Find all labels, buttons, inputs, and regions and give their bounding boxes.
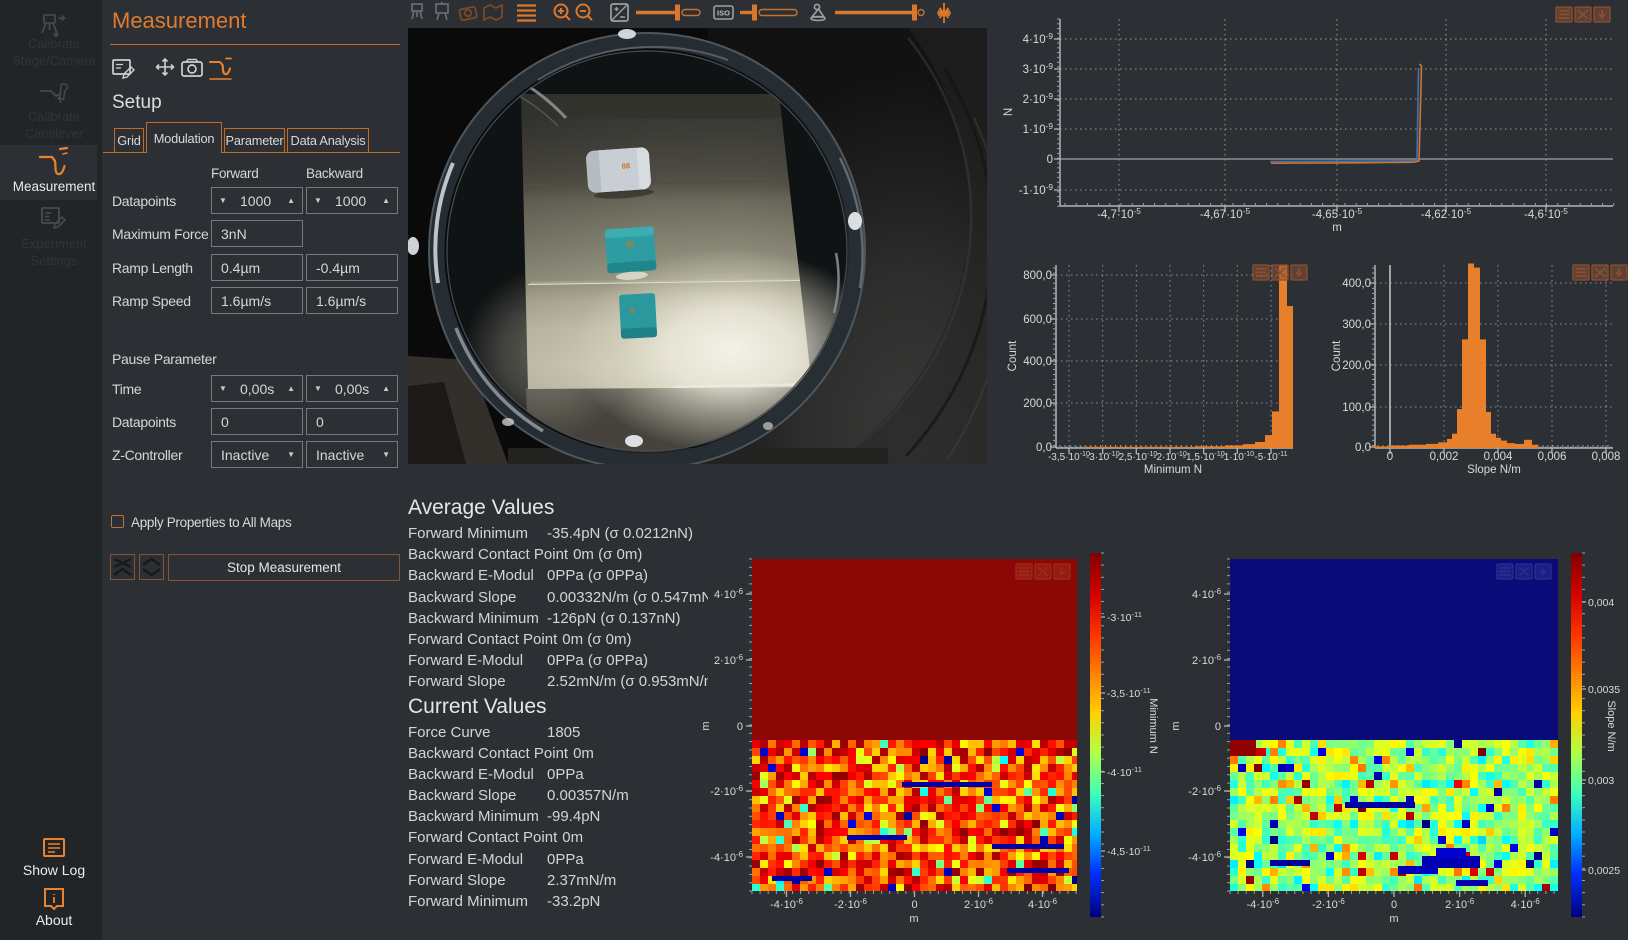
svg-text:m: m: [1170, 721, 1182, 730]
svg-text:600,0: 600,0: [1023, 314, 1052, 326]
svg-text:0: 0: [737, 721, 743, 733]
svg-text:-2·10-6: -2·10-6: [1312, 897, 1345, 911]
svg-text:Minimum N: Minimum N: [1147, 698, 1159, 754]
svg-text:About: About: [36, 912, 73, 928]
svg-text:-4,6·10-5: -4,6·10-5: [1524, 206, 1568, 221]
svg-text:Count: Count: [1007, 340, 1019, 371]
svg-text:-4,7·10-5: -4,7·10-5: [1097, 206, 1141, 221]
svg-text:Experiment: Experiment: [21, 236, 87, 251]
svg-text:800,0: 800,0: [1023, 270, 1052, 282]
svg-text:2·10-6: 2·10-6: [1192, 653, 1222, 667]
svg-text:-2·10-6: -2·10-6: [710, 784, 743, 798]
svg-text:Calibrate: Calibrate: [28, 109, 80, 124]
svg-text:0,0035: 0,0035: [1588, 684, 1620, 696]
svg-text:Minimum N: Minimum N: [1144, 464, 1202, 476]
svg-text:0: 0: [1047, 154, 1053, 166]
svg-text:Cantilever: Cantilever: [25, 126, 84, 141]
svg-text:Settings: Settings: [31, 253, 78, 268]
svg-text:3·10-9: 3·10-9: [1023, 61, 1054, 76]
svg-text:Calibrate: Calibrate: [28, 36, 80, 51]
svg-text:8: 8: [631, 306, 636, 315]
svg-text:4·10-6: 4·10-6: [1192, 587, 1222, 601]
svg-text:-2·10-6: -2·10-6: [1188, 784, 1221, 798]
svg-text:-4·10-6: -4·10-6: [1188, 850, 1221, 864]
svg-text:0: 0: [911, 899, 917, 911]
svg-text:m: m: [1332, 222, 1342, 234]
svg-text:-4·10-6: -4·10-6: [1246, 897, 1279, 911]
svg-text:m: m: [1389, 913, 1398, 925]
svg-text:-4·10-6: -4·10-6: [770, 897, 803, 911]
svg-text:-4,5·10-11: -4,5·10-11: [1107, 844, 1151, 858]
svg-text:0,0: 0,0: [1355, 442, 1371, 454]
svg-text:88: 88: [625, 240, 634, 250]
svg-text:0,0025: 0,0025: [1588, 865, 1620, 877]
svg-text:2·10-9: 2·10-9: [1023, 91, 1054, 106]
svg-text:88: 88: [621, 161, 630, 171]
svg-text:Slope N/m: Slope N/m: [1605, 700, 1617, 751]
svg-text:Show Log: Show Log: [23, 862, 85, 878]
svg-text:-3,5·10-11: -3,5·10-11: [1107, 686, 1151, 700]
svg-text:4·10-9: 4·10-9: [1023, 31, 1054, 46]
svg-text:-3·10-11: -3·10-11: [1107, 610, 1142, 624]
svg-text:-4,62·10-5: -4,62·10-5: [1421, 206, 1472, 221]
svg-text:-2·10-6: -2·10-6: [834, 897, 867, 911]
svg-text:-4·10-6: -4·10-6: [710, 850, 743, 864]
svg-text:4·10-6: 4·10-6: [1511, 897, 1541, 911]
svg-text:400,0: 400,0: [1023, 356, 1052, 368]
svg-text:2·10-6: 2·10-6: [714, 653, 744, 667]
svg-text:2·10-6: 2·10-6: [1445, 897, 1475, 911]
svg-text:Measurement: Measurement: [13, 179, 96, 194]
svg-text:200,0: 200,0: [1023, 398, 1052, 410]
svg-text:0: 0: [1215, 721, 1221, 733]
svg-text:1·10-9: 1·10-9: [1023, 121, 1054, 136]
svg-text:N: N: [1003, 108, 1015, 116]
svg-text:400,0: 400,0: [1342, 278, 1371, 290]
svg-text:ISO: ISO: [717, 9, 730, 18]
svg-text:-1·10-9: -1·10-9: [1019, 182, 1054, 197]
svg-text:100,0: 100,0: [1342, 402, 1371, 414]
svg-text:2·10-6: 2·10-6: [964, 897, 994, 911]
svg-text:m: m: [700, 721, 712, 730]
svg-text:-4,67·10-5: -4,67·10-5: [1200, 206, 1251, 221]
svg-text:0,003: 0,003: [1588, 775, 1614, 787]
svg-text:0: 0: [1391, 899, 1397, 911]
svg-text:-4·10-11: -4·10-11: [1107, 765, 1142, 779]
svg-text:m: m: [909, 913, 918, 925]
svg-text:-4,65·10-5: -4,65·10-5: [1312, 206, 1363, 221]
svg-text:200,0: 200,0: [1342, 360, 1371, 372]
svg-text:0,004: 0,004: [1588, 597, 1614, 609]
svg-text:Stage/Camera: Stage/Camera: [12, 53, 97, 68]
svg-text:300,0: 300,0: [1342, 319, 1371, 331]
svg-text:Slope N/m: Slope N/m: [1467, 464, 1521, 476]
svg-text:4·10-6: 4·10-6: [714, 587, 744, 601]
svg-text:4·10-6: 4·10-6: [1028, 897, 1058, 911]
svg-text:Count: Count: [1331, 340, 1343, 371]
